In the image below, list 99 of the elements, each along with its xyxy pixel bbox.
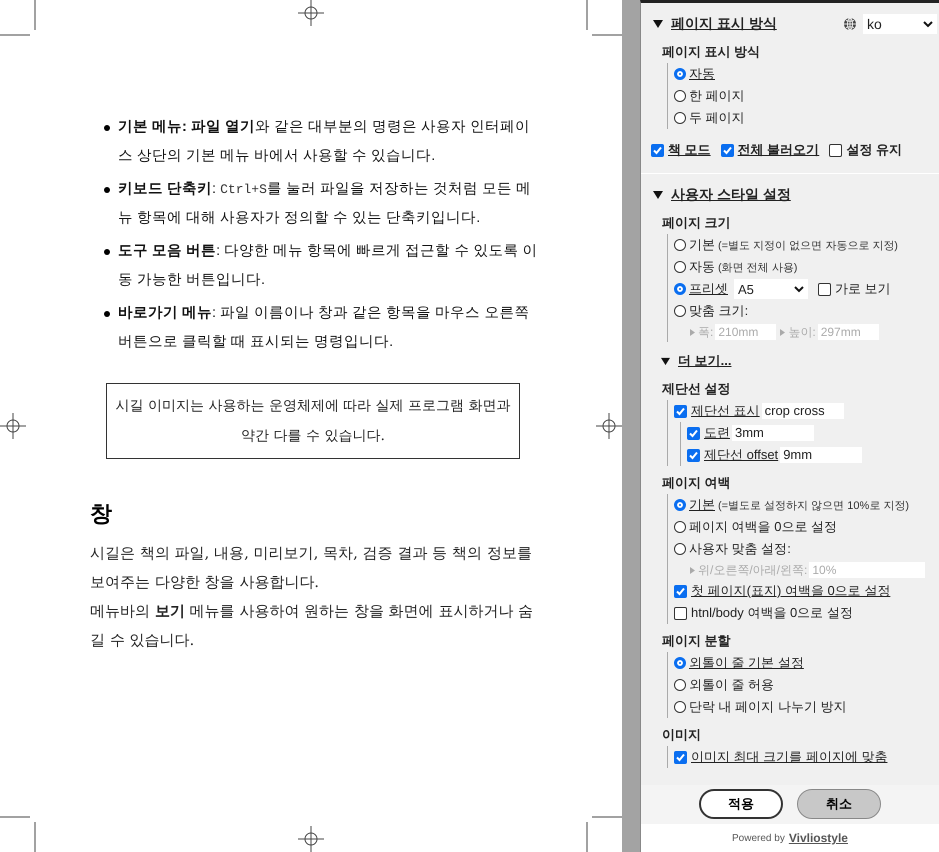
chevron-down-icon: [794, 286, 804, 292]
option-hint: (=별도 지정이 없으면 자동으로 지정): [718, 238, 898, 252]
option-label: htnl/body 여백을 0으로 설정: [691, 604, 853, 622]
option-hint: (화면 전체 사용): [718, 260, 798, 274]
registration-mark-icon: [596, 413, 622, 439]
radio-button[interactable]: [674, 543, 686, 555]
checkbox[interactable]: [674, 606, 687, 620]
option-label: 기본: [689, 236, 715, 254]
field-label: 폭:: [698, 324, 714, 340]
dialog-button[interactable]: 취소: [797, 789, 881, 819]
group-title: 페이지 크기: [662, 214, 732, 232]
radio-button[interactable]: [674, 261, 686, 273]
crop-mark-icon: [586, 0, 622, 36]
radio-button[interactable]: [674, 283, 686, 295]
bullet-icon: [104, 187, 110, 193]
paragraph: 시길은 책의 파일, 내용, 미리보기, 목차, 검증 결과 등 책의 정보를 보여주는 다양한 창을 사용합니다.: [90, 543, 533, 593]
option-label: 책 모드: [668, 141, 711, 159]
option-label: 페이지 여백을 0으로 설정: [689, 518, 838, 536]
option-label: 제단선 offset: [704, 446, 778, 464]
option-label: 자동: [689, 258, 715, 276]
radio-button[interactable]: [674, 521, 686, 533]
crop-mark-icon: [0, 0, 36, 36]
option-label: 단락 내 페이지 나누기 방지: [689, 698, 846, 716]
checkbox[interactable]: [687, 448, 700, 462]
option-label: 프리셋: [689, 280, 728, 298]
checkbox[interactable]: [674, 404, 687, 418]
input-field[interactable]: 9mm: [780, 447, 862, 463]
option-label: 설정 유지: [846, 141, 902, 159]
radio-button[interactable]: [674, 239, 686, 251]
group-title: 페이지 표시 방식: [662, 43, 762, 61]
radio-button[interactable]: [674, 657, 686, 669]
brand-link[interactable]: Vivliostyle: [788, 831, 848, 845]
option-label: 맞춤 크기:: [689, 302, 748, 320]
option-label: 이미지 최대 크기를 페이지에 맞춤: [691, 748, 888, 766]
bullet-icon: [104, 125, 110, 131]
bullet-text: 도구 모음 버튼: 다양한 메뉴 항목에 빠르게 접근할 수 있도록 이동 가능한 버튼입니다.: [118, 242, 538, 290]
option-label: 외톨이 줄 기본 설정: [689, 654, 804, 672]
more-link[interactable]: 더 보기...: [678, 352, 732, 370]
preset-select[interactable]: A5: [734, 279, 808, 299]
radio-button[interactable]: [674, 90, 686, 102]
expand-triangle-icon[interactable]: [661, 356, 670, 366]
section-title[interactable]: 사용자 스타일 설정: [671, 186, 791, 204]
option-label: 외톨이 줄 허용: [689, 676, 774, 694]
group-title: 페이지 여백: [662, 474, 732, 492]
radio-button[interactable]: [674, 679, 686, 691]
crop-mark-icon: [586, 816, 622, 852]
group-title: 이미지: [662, 726, 702, 744]
input-field[interactable]: 3mm: [732, 425, 814, 441]
globe-icon: [843, 17, 857, 31]
field-label: 위/오른쪽/아래/왼쪽:: [698, 562, 808, 578]
checkbox[interactable]: [720, 144, 734, 156]
option-label: 한 페이지: [689, 87, 745, 105]
radio-button[interactable]: [674, 305, 686, 317]
option-label: 사용자 맞춤 설정:: [689, 540, 791, 558]
option-label: 두 페이지: [689, 109, 745, 127]
note-box: 시길 이미지는 사용하는 운영체제에 따라 실제 프로그램 화면과 약간 다를 수 있습니다.: [106, 383, 520, 459]
radio-button[interactable]: [674, 499, 686, 511]
registration-mark-icon: [298, 0, 324, 26]
bullet-icon: [104, 249, 110, 255]
registration-mark-icon: [298, 826, 324, 852]
chevron-down-icon: [923, 20, 933, 28]
language-select[interactable]: ko: [863, 14, 937, 34]
caret-icon: [690, 566, 695, 574]
section-heading: 창: [90, 500, 113, 528]
field-label: 높이:: [788, 324, 816, 340]
caret-icon: [780, 328, 786, 336]
dialog-button[interactable]: 적용: [699, 789, 783, 819]
group-title: 페이지 분할: [662, 632, 732, 650]
bullet-text: 기본 메뉴: 파일 열기 와 같은 대부분의 명령은 사용자 인터페이스 상단의 기본 메뉴 바에서 사용할 수 있습니다.: [118, 118, 532, 166]
option-label: 첫 페이지(표지) 여백을 0으로 설정: [691, 582, 890, 600]
bullet-icon: [104, 311, 110, 317]
section-title[interactable]: 페이지 표시 방식: [671, 15, 777, 33]
checkbox[interactable]: [818, 282, 831, 296]
option-hint: (=별도로 설정하지 않으면 10%로 지정): [718, 498, 909, 512]
registration-mark-icon: [0, 413, 26, 439]
checkbox[interactable]: [674, 584, 687, 598]
option-label: 자동: [689, 65, 715, 83]
option-label: 기본: [689, 496, 715, 514]
expand-triangle-icon[interactable]: [653, 19, 663, 29]
caret-icon: [690, 328, 695, 336]
bullet-text: 바로가기 메뉴: 파일 이름이나 창과 같은 항목을 마우스 오른쪽 버튼으로 클릭할 때 표시되는 명령입니다.: [118, 304, 530, 352]
option-label: 전체 불러오기: [738, 141, 820, 159]
checkbox[interactable]: [687, 426, 700, 440]
checkbox[interactable]: [651, 144, 664, 156]
group-title: 제단선 설정: [662, 380, 732, 398]
bullet-text: 키보드 단축키: Ctrl+S를 눌러 파일을 저장하는 것처럼 모든 메뉴 항목에 대해 사용자가 정의할 수 있는 단축키입니다.: [118, 180, 532, 228]
paragraph: 메뉴바의 보기 메뉴를 사용하여 원하는 창을 화면에 표시하거나 숨길 수 있습니다.: [90, 601, 534, 651]
crop-mark-icon: [0, 816, 36, 852]
radio-button[interactable]: [674, 701, 686, 713]
radio-button[interactable]: [674, 68, 686, 80]
expand-triangle-icon[interactable]: [653, 190, 663, 200]
checkbox[interactable]: [674, 750, 687, 764]
radio-button[interactable]: [674, 112, 686, 124]
checkbox[interactable]: [829, 144, 842, 156]
option-label: 가로 보기: [835, 280, 891, 298]
option-label: 제단선 표시: [691, 402, 760, 420]
input-field[interactable]: crop cross: [762, 403, 844, 419]
powered-by-text: Powered by: [732, 832, 785, 844]
option-label: 도련: [704, 424, 730, 442]
